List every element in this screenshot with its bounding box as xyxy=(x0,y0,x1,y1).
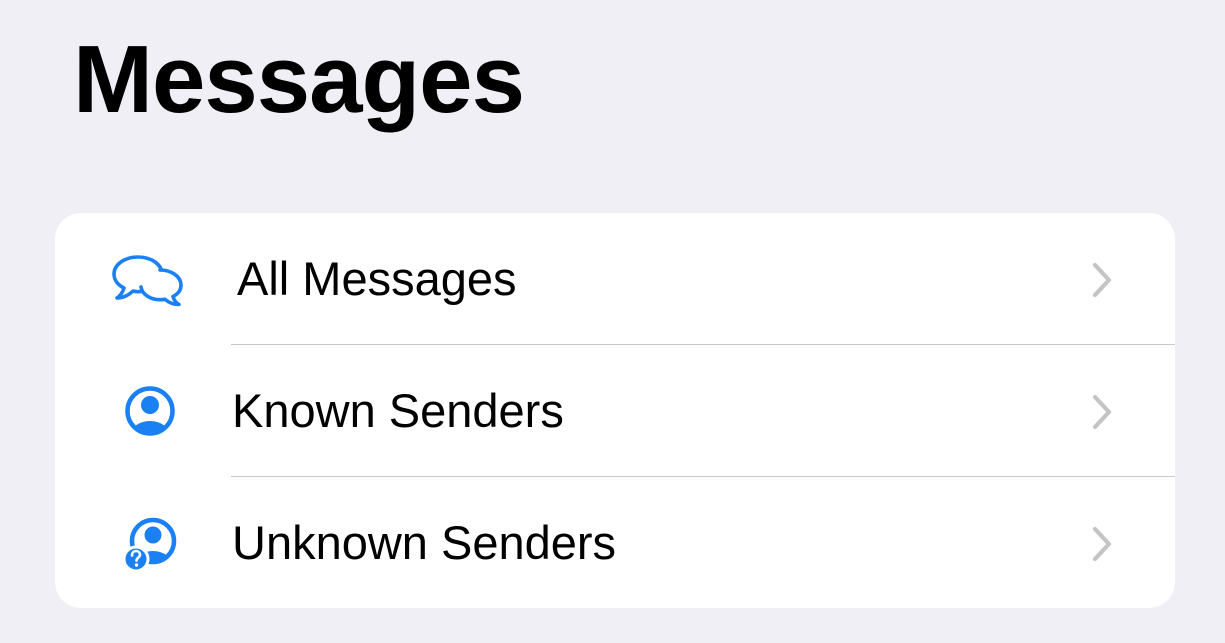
all-messages-label: All Messages xyxy=(237,252,517,305)
page-title: Messages xyxy=(73,26,525,133)
chevron-right-icon xyxy=(1092,394,1112,430)
person-circle-icon xyxy=(110,383,190,439)
known-senders-label: Known Senders xyxy=(232,384,564,437)
person-question-icon xyxy=(110,515,190,571)
unknown-senders-row[interactable]: Unknown Senders xyxy=(55,477,1175,608)
chevron-right-icon xyxy=(1092,262,1112,298)
message-filter-list: All Messages Known Senders Unknown Sende… xyxy=(55,213,1175,608)
chevron-right-icon xyxy=(1092,526,1112,562)
all-messages-row[interactable]: All Messages xyxy=(55,213,1175,344)
chat-bubbles-icon xyxy=(110,251,190,307)
unknown-senders-label: Unknown Senders xyxy=(232,516,617,569)
known-senders-row[interactable]: Known Senders xyxy=(55,345,1175,476)
